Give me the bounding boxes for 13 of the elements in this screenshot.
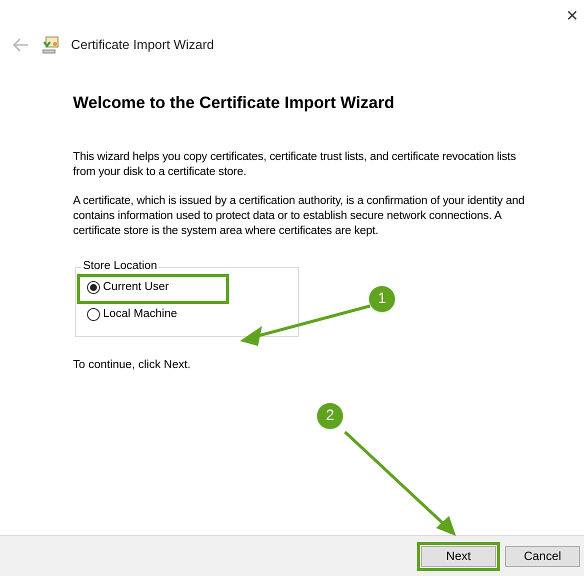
close-button[interactable]: × bbox=[564, 6, 580, 30]
radio-option[interactable]: Current User bbox=[87, 278, 169, 297]
cancel-button[interactable]: Cancel bbox=[505, 546, 580, 566]
step-badge: 1 bbox=[369, 286, 395, 312]
certificate-icon bbox=[41, 36, 59, 54]
description-text: This wizard helps you copy certificates, certificate trust lists, and certificate revocation lists from your disk to a certificate store. bbox=[73, 150, 517, 180]
wizard-heading: Welcome to the Certificate Import Wizard bbox=[73, 93, 396, 114]
radio-option[interactable]: Local Machine bbox=[87, 305, 178, 324]
step-badge: 2 bbox=[317, 403, 343, 429]
hint-text: To continue, click Next. bbox=[73, 358, 192, 373]
description-text: A certificate, which is issued by a certification authority, is a confirmation of your identity and contains information used to protect data or to establish secure network connections. A certificate store is the system area where certificates are kept. bbox=[73, 194, 526, 239]
window-title: Certificate Import Wizard bbox=[71, 36, 214, 54]
back-arrow-icon[interactable] bbox=[13, 38, 29, 52]
